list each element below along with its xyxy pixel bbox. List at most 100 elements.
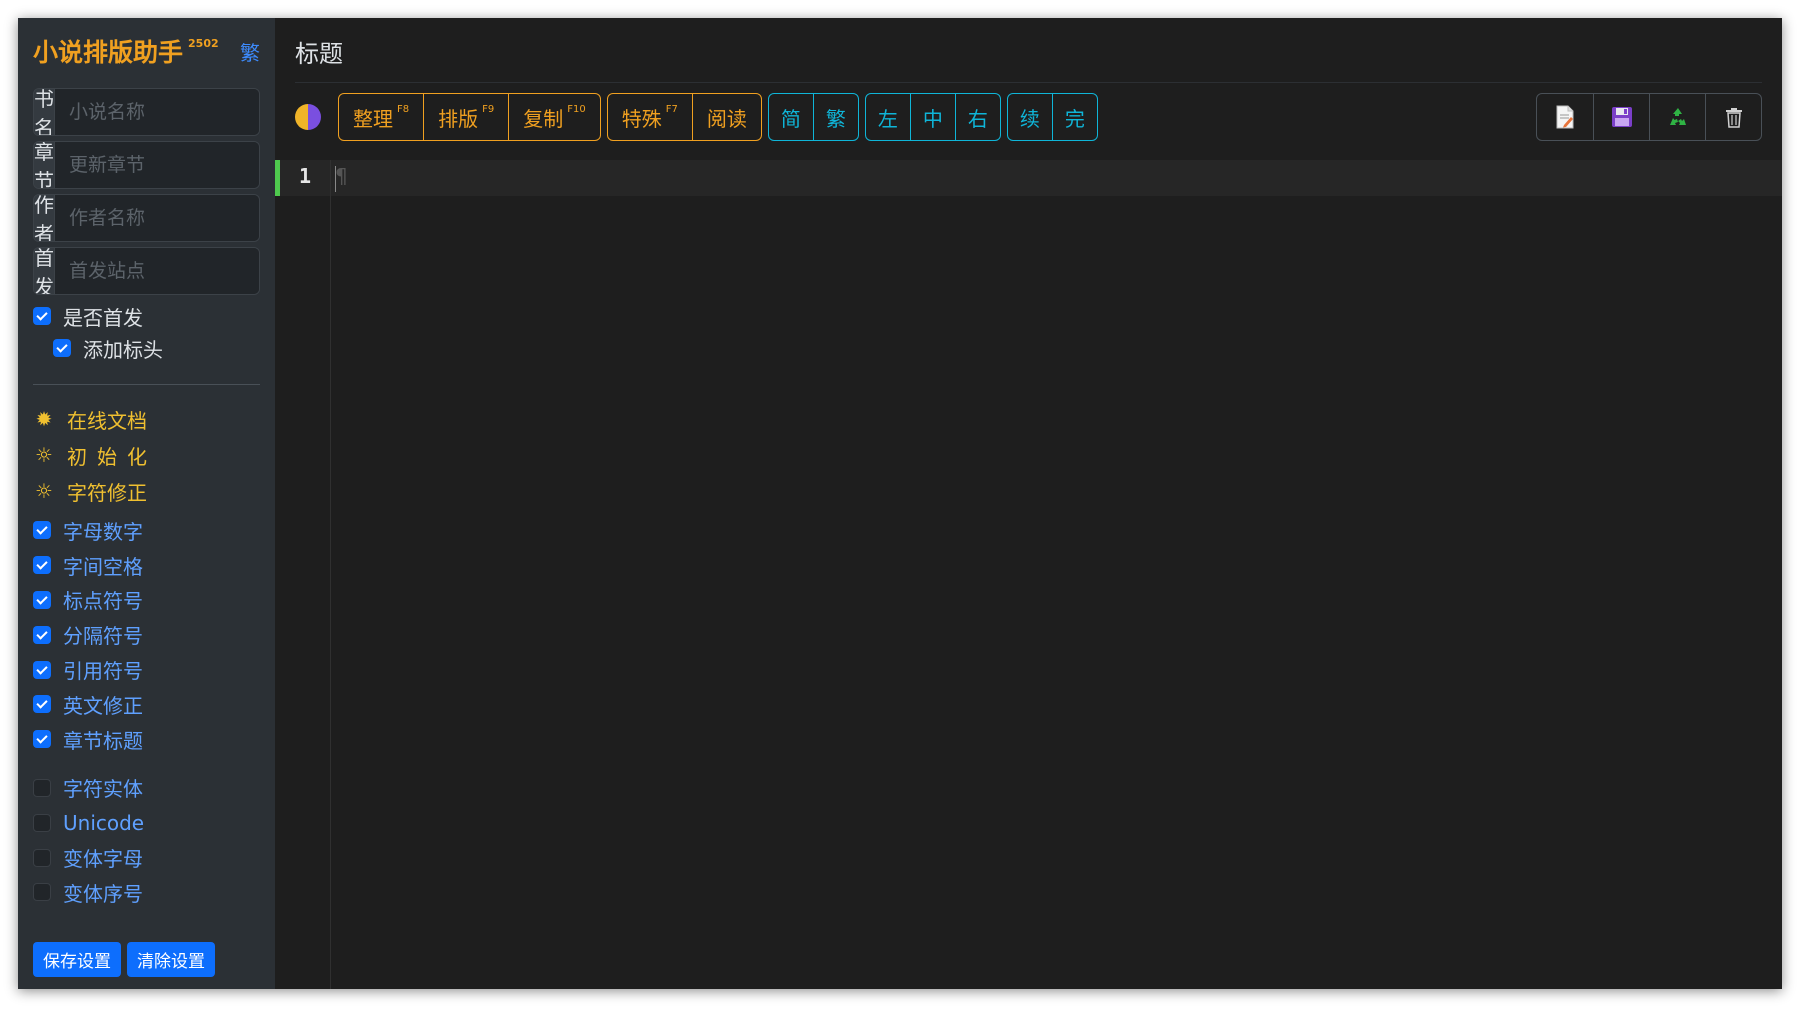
recycle-button[interactable] xyxy=(1649,94,1705,140)
line-number: 1 xyxy=(299,164,312,188)
option-variant-letters[interactable]: 变体字母 xyxy=(33,840,260,875)
active-line-marker xyxy=(275,160,280,196)
align-center-button[interactable]: 中 xyxy=(909,94,955,140)
align-button-group: 左 中 右 xyxy=(864,93,1001,141)
option-checkbox[interactable] xyxy=(33,883,51,902)
save-settings-button[interactable]: 保存设置 xyxy=(33,942,121,977)
first-release-checkbox[interactable] xyxy=(33,307,51,325)
option-checkbox[interactable] xyxy=(33,848,51,867)
tidy-label: 整理 xyxy=(353,106,393,131)
menu-char-fix-label: 字符修正 xyxy=(67,480,147,505)
pilcrow-mark: ¶ xyxy=(335,164,348,188)
typeset-button[interactable]: 排版 F9 xyxy=(423,94,508,140)
option-label: 字间空格 xyxy=(63,554,143,579)
option-checkbox[interactable] xyxy=(33,730,51,749)
add-header-checkbox-row[interactable]: 添加标头 xyxy=(33,332,260,364)
app-window: 小说排版助手 2502 繁 书名 章节 作者 首发 是否首发 添加标头 xyxy=(18,18,1782,989)
traditional-button[interactable]: 繁 xyxy=(812,94,858,140)
option-label: Unicode xyxy=(63,810,145,835)
traditional-toggle[interactable]: 繁 xyxy=(240,37,260,66)
option-checkbox[interactable] xyxy=(33,590,51,609)
complete-button[interactable]: 完 xyxy=(1051,94,1097,140)
theme-toggle-icon[interactable] xyxy=(295,104,321,130)
option-checkbox[interactable] xyxy=(33,625,51,644)
sun-outline-icon: ☼ xyxy=(35,479,53,503)
chapter-field: 章节 xyxy=(33,141,260,189)
option-char-entity[interactable]: 字符实体 xyxy=(33,771,260,806)
text-cursor xyxy=(335,166,336,192)
option-unicode[interactable]: Unicode xyxy=(33,805,260,840)
active-line-highlight xyxy=(275,160,1782,196)
simplified-button[interactable]: 简 xyxy=(769,94,813,140)
read-button[interactable]: 阅读 xyxy=(691,94,761,140)
align-left-button[interactable]: 左 xyxy=(866,94,910,140)
copy-label: 复制 xyxy=(523,106,564,131)
special-shortcut: F7 xyxy=(665,103,678,115)
option-label: 字母数字 xyxy=(63,519,143,544)
option-label: 英文修正 xyxy=(63,693,143,718)
option-checkbox[interactable] xyxy=(33,813,51,832)
delete-button[interactable] xyxy=(1705,94,1761,140)
option-label: 分隔符号 xyxy=(63,624,143,649)
author-field: 作者 xyxy=(33,194,260,242)
option-separator[interactable]: 分隔符号 xyxy=(33,617,260,652)
continue-button[interactable]: 续 xyxy=(1008,94,1052,140)
book-name-label: 书名 xyxy=(34,88,55,136)
sidebar-divider xyxy=(33,384,260,385)
option-label: 变体字母 xyxy=(63,847,143,872)
new-file-icon xyxy=(1556,105,1574,129)
align-right-button[interactable]: 右 xyxy=(954,94,1000,140)
option-label: 引用符号 xyxy=(63,659,143,684)
option-spacing[interactable]: 字间空格 xyxy=(33,548,260,583)
menu-initialize[interactable]: ☼ 初始化 xyxy=(33,437,260,473)
option-checkbox[interactable] xyxy=(33,695,51,714)
option-chapter-title[interactable]: 章节标题 xyxy=(33,722,260,757)
sidebar: 小说排版助手 2502 繁 书名 章节 作者 首发 是否首发 添加标头 xyxy=(18,18,275,989)
option-variant-numbers[interactable]: 变体序号 xyxy=(33,875,260,910)
special-label: 特殊 xyxy=(621,106,662,131)
tidy-button[interactable]: 整理 F8 xyxy=(339,94,423,140)
book-name-input[interactable] xyxy=(55,89,259,135)
option-checkbox[interactable] xyxy=(33,521,51,540)
option-checkbox[interactable] xyxy=(33,556,51,575)
title-divider xyxy=(295,82,1762,83)
read-label: 阅读 xyxy=(706,106,747,131)
special-button[interactable]: 特殊 F7 xyxy=(608,94,692,140)
option-label: 变体序号 xyxy=(63,881,143,906)
author-label: 作者 xyxy=(34,194,55,242)
clear-settings-button[interactable]: 清除设置 xyxy=(127,942,215,977)
add-header-checkbox[interactable] xyxy=(53,339,71,357)
file-actions-group xyxy=(1536,93,1762,141)
app-title: 小说排版助手 xyxy=(33,38,184,67)
first-release-label: 是否首发 xyxy=(63,305,143,330)
first-release-checkbox-row[interactable]: 是否首发 xyxy=(33,300,260,332)
first-site-input[interactable] xyxy=(55,248,259,294)
page-title[interactable]: 标题 xyxy=(295,34,343,69)
chapter-input[interactable] xyxy=(55,142,259,188)
special-button-group: 特殊 F7 阅读 xyxy=(606,93,762,141)
chapter-label: 章节 xyxy=(34,141,55,189)
option-checkbox[interactable] xyxy=(33,660,51,679)
option-quotes[interactable]: 引用符号 xyxy=(33,652,260,687)
sun-outline-icon: ☼ xyxy=(35,443,53,467)
new-file-button[interactable] xyxy=(1537,94,1593,140)
copy-shortcut: F10 xyxy=(567,103,586,115)
recycle-icon xyxy=(1669,108,1686,125)
menu-char-fix[interactable]: ☼ 字符修正 xyxy=(33,473,260,509)
text-editor[interactable]: 1 ¶ xyxy=(275,160,1782,989)
copy-button[interactable]: 复制 F10 xyxy=(508,94,599,140)
save-file-button[interactable] xyxy=(1593,94,1649,140)
option-english-fix[interactable]: 英文修正 xyxy=(33,687,260,722)
menu-online-docs[interactable]: ✹ 在线文档 xyxy=(33,401,260,437)
script-button-group: 简 繁 xyxy=(767,93,859,141)
option-alnum[interactable]: 字母数字 xyxy=(33,513,260,548)
settings-buttons: 保存设置 清除设置 xyxy=(33,942,215,977)
option-punctuation[interactable]: 标点符号 xyxy=(33,583,260,618)
typeset-shortcut: F9 xyxy=(482,103,495,115)
option-checkbox[interactable] xyxy=(33,778,51,797)
author-input[interactable] xyxy=(55,195,259,241)
book-name-field: 书名 xyxy=(33,88,260,136)
menu-online-docs-label: 在线文档 xyxy=(67,408,147,433)
save-disk-icon xyxy=(1611,107,1632,127)
option-label: 字符实体 xyxy=(63,777,143,802)
